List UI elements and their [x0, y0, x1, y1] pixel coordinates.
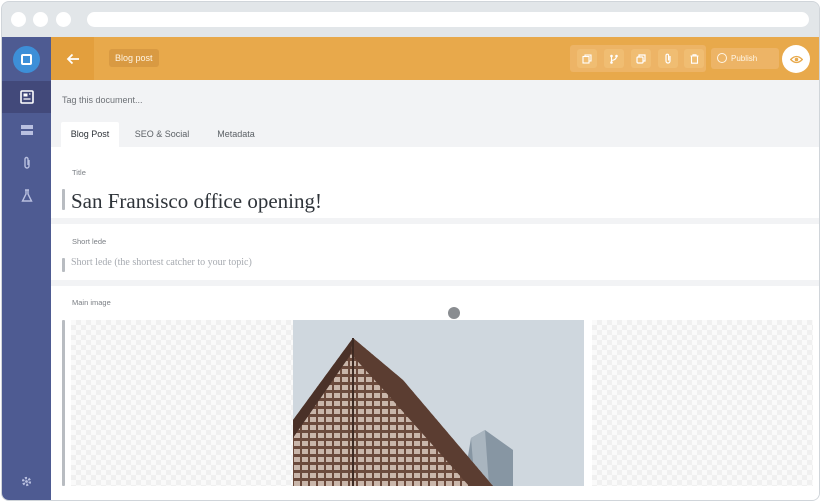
- image-transparent-area: [71, 320, 293, 486]
- field-indicator: [62, 189, 65, 210]
- duplicate-icon: [582, 53, 592, 64]
- publish-button[interactable]: Publish: [711, 48, 779, 69]
- preview-button[interactable]: [782, 45, 810, 73]
- main-image-field: Main image: [51, 286, 819, 500]
- sidebar-item-media[interactable]: [2, 147, 51, 179]
- building-image: [293, 320, 584, 486]
- publish-label: Publish: [731, 54, 758, 63]
- sidebar-item-lab[interactable]: [2, 180, 51, 212]
- sidebar-item-settings[interactable]: [2, 465, 51, 497]
- editor-content: Tag this document... Blog Post SEO & Soc…: [51, 80, 819, 500]
- app-logo[interactable]: [13, 46, 40, 73]
- window-close-dot[interactable]: [11, 12, 26, 27]
- paperclip-icon: [23, 156, 30, 169]
- copy-button[interactable]: [631, 49, 651, 68]
- title-input[interactable]: San Fransisco office opening!: [71, 189, 322, 214]
- documents-icon: [19, 90, 34, 104]
- branch-button[interactable]: [604, 49, 624, 68]
- title-field: Title San Fransisco office opening!: [51, 147, 819, 218]
- main-image-building-photo[interactable]: [293, 320, 584, 486]
- attach-button[interactable]: [658, 49, 678, 68]
- sidebar-item-documents[interactable]: [2, 81, 51, 113]
- logo-square-icon: [21, 54, 32, 65]
- short-lede-label: Short lede: [72, 237, 107, 246]
- back-button[interactable]: [51, 37, 94, 80]
- flask-icon: [20, 189, 33, 202]
- tab-metadata[interactable]: Metadata: [206, 122, 266, 147]
- field-indicator: [62, 258, 65, 272]
- window-minimize-dot[interactable]: [33, 12, 48, 27]
- short-lede-field: Short lede Short lede (the shortest catc…: [51, 224, 819, 280]
- short-lede-input[interactable]: Short lede (the shortest catcher to your…: [71, 257, 252, 268]
- clock-icon: [717, 53, 727, 63]
- window-maximize-dot[interactable]: [56, 12, 71, 27]
- image-transparent-area: [592, 320, 813, 486]
- duplicate-button[interactable]: [577, 49, 597, 68]
- arrow-left-icon: [66, 53, 79, 64]
- layout-icon: [20, 125, 33, 135]
- copy-icon: [636, 53, 646, 64]
- address-bar[interactable]: [87, 12, 809, 27]
- editor-topbar: Blog post Publish: [51, 37, 819, 80]
- image-drag-handle[interactable]: [448, 307, 460, 319]
- sidebar: [2, 37, 51, 500]
- title-label: Title: [72, 168, 86, 177]
- gear-icon: [21, 476, 32, 486]
- field-indicator: [62, 320, 65, 486]
- tab-seo-social[interactable]: SEO & Social: [127, 122, 197, 147]
- document-type-chip: Blog post: [109, 49, 159, 67]
- attach-icon: [665, 53, 671, 64]
- eye-icon: [789, 55, 803, 63]
- tag-input[interactable]: Tag this document...: [62, 95, 143, 105]
- sidebar-item-layouts[interactable]: [2, 114, 51, 146]
- delete-button[interactable]: [684, 49, 704, 68]
- tab-blog-post[interactable]: Blog Post: [61, 122, 119, 147]
- branch-icon: [610, 54, 618, 64]
- browser-window: Blog post Publish Tag this document... B…: [2, 2, 819, 500]
- main-image-label: Main image: [72, 298, 111, 307]
- browser-chrome: [2, 2, 819, 37]
- trash-icon: [690, 53, 698, 64]
